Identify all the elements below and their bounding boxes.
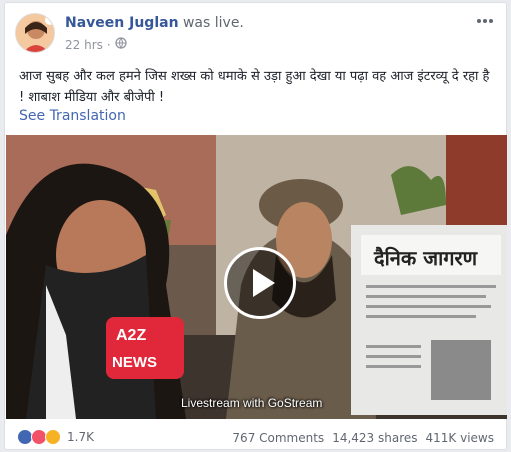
- views-count: 411K views: [425, 431, 494, 445]
- see-translation-link[interactable]: See Translation: [19, 108, 126, 124]
- post-footer: 1.7K 767 Comments 14,423 shares 411K vie…: [17, 425, 494, 449]
- mic-label-top: A2Z: [116, 327, 146, 344]
- post-card: Naveen Juglan was live. 22 hrs · आज सुबह…: [4, 2, 507, 450]
- post-stats: 767 Comments 14,423 shares 411K views: [232, 431, 494, 445]
- author-name[interactable]: Naveen Juglan: [65, 15, 179, 31]
- mic-label-bottom: NEWS: [112, 354, 157, 371]
- author-line: Naveen Juglan was live.: [65, 15, 244, 31]
- shares-count[interactable]: 14,423 shares: [332, 431, 417, 445]
- post-text: आज सुबह और कल हमने जिस शख्स को धमाके से …: [19, 69, 490, 105]
- dot-separator: ·: [106, 37, 111, 52]
- newspaper-title: दैनिक जागरण: [373, 246, 479, 270]
- more-options-icon[interactable]: [474, 13, 496, 29]
- post-time[interactable]: 22 hrs: [65, 38, 103, 52]
- reaction-count: 1.7K: [67, 430, 94, 444]
- live-video[interactable]: दैनिक जागरण A2Z NEWS Livestream with GoS…: [6, 135, 507, 419]
- haha-reaction-icon: [45, 429, 61, 445]
- post-header: Naveen Juglan was live. 22 hrs ·: [15, 13, 496, 55]
- play-button[interactable]: [224, 247, 296, 319]
- avatar[interactable]: [15, 13, 55, 53]
- stream-caption: Livestream with GoStream: [181, 396, 323, 410]
- author-action: was live.: [182, 15, 244, 31]
- globe-icon: [115, 37, 127, 52]
- comments-count[interactable]: 767 Comments: [232, 431, 324, 445]
- post-meta: 22 hrs ·: [65, 37, 127, 52]
- play-icon: [253, 269, 275, 297]
- reactions[interactable]: 1.7K: [17, 429, 94, 445]
